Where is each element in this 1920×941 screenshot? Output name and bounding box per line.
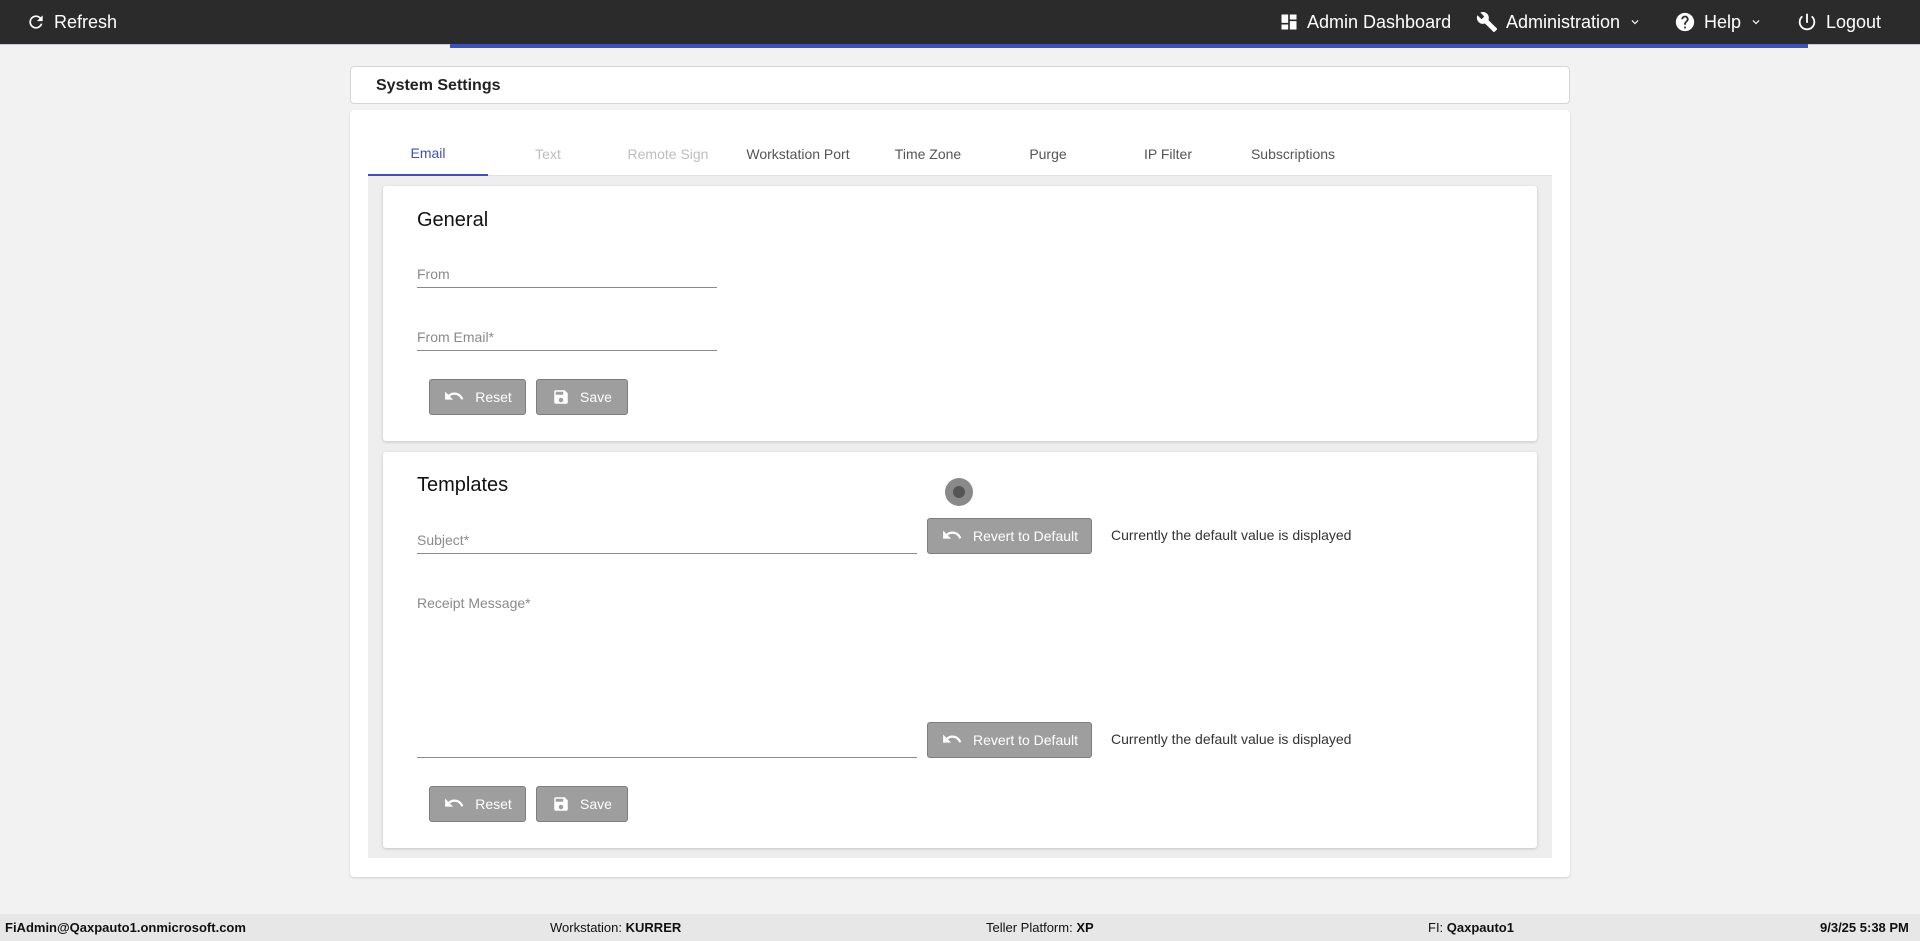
from-placeholder: From	[417, 266, 450, 282]
tab-subscriptions[interactable]: Subscriptions	[1228, 132, 1358, 176]
status-bar: FiAdmin@Qaxpauto1.onmicrosoft.com Workst…	[0, 914, 1920, 941]
receipt-message-field[interactable]: Receipt Message*	[417, 595, 917, 758]
wrench-icon	[1476, 12, 1498, 33]
tab-text: Text	[535, 146, 561, 162]
templates-section: Templates Subject* Revert to Default Cur…	[383, 452, 1537, 848]
help-icon	[1675, 12, 1695, 32]
templates-reset-button[interactable]: Reset	[429, 786, 526, 822]
status-workstation: Workstation: KURRER	[550, 920, 682, 935]
topbar-accent-bar	[450, 44, 1808, 48]
receipt-message-placeholder: Receipt Message*	[417, 595, 531, 611]
floppy-disk-icon	[554, 797, 568, 811]
chevron-down-icon	[1631, 20, 1639, 25]
floppy-disk-icon	[554, 390, 568, 404]
tab-purge[interactable]: Purge	[988, 132, 1108, 176]
dashboard-icon	[1281, 14, 1297, 30]
settings-tabs: Email Text Remote Sign Workstation Port …	[368, 132, 1552, 176]
admin-dashboard-label: Admin Dashboard	[1307, 11, 1452, 32]
undo-icon	[445, 391, 464, 400]
page-title: System Settings	[376, 77, 501, 94]
administration-label: Administration	[1506, 11, 1621, 32]
receipt-default-note: Currently the default value is displayed	[1111, 731, 1352, 747]
help-label: Help	[1704, 11, 1742, 32]
templates-save-button[interactable]: Save	[536, 786, 628, 822]
receipt-revert-button[interactable]: Revert to Default	[927, 722, 1092, 758]
page-title-card: System Settings	[350, 66, 1570, 104]
administration-menu[interactable]: Administration	[1476, 0, 1642, 44]
templates-heading: Templates	[417, 474, 509, 496]
general-reset-label: Reset	[475, 389, 512, 405]
refresh-button[interactable]: Refresh	[26, 0, 117, 44]
top-navigation-bar: Refresh Admin Dashboard Administration H…	[0, 0, 1920, 48]
general-save-label: Save	[580, 389, 612, 405]
status-user: FiAdmin@Qaxpauto1.onmicrosoft.com	[5, 920, 246, 935]
templates-save-label: Save	[580, 796, 612, 812]
chevron-down-icon	[1752, 20, 1760, 25]
tab-time-zone[interactable]: Time Zone	[868, 132, 988, 176]
refresh-icon	[29, 15, 43, 29]
undo-icon	[445, 798, 464, 807]
power-icon	[1798, 13, 1816, 31]
subject-placeholder: Subject*	[417, 532, 470, 548]
receipt-revert-label: Revert to Default	[972, 732, 1079, 748]
logout-button[interactable]: Logout	[1796, 0, 1881, 44]
status-teller-platform: Teller Platform: XP	[986, 920, 1094, 935]
general-section: General From From Email* Reset Save	[383, 186, 1537, 441]
subject-revert-label: Revert to Default	[972, 528, 1079, 544]
tab-remote-sign: Remote Sign	[627, 146, 709, 162]
subject-default-note: Currently the default value is displayed	[1111, 527, 1352, 543]
general-heading: General	[417, 209, 489, 231]
undo-icon	[943, 734, 962, 743]
from-field[interactable]: From	[417, 266, 717, 288]
subject-revert-button[interactable]: Revert to Default	[927, 518, 1092, 554]
refresh-label: Refresh	[54, 11, 118, 32]
tab-ip-filter[interactable]: IP Filter	[1108, 132, 1228, 176]
tab-email[interactable]: Email	[368, 132, 488, 176]
undo-icon	[943, 530, 962, 539]
tab-workstation-port[interactable]: Workstation Port	[728, 132, 868, 176]
templates-reset-label: Reset	[475, 796, 512, 812]
from-email-placeholder: From Email*	[417, 329, 495, 345]
general-save-button[interactable]: Save	[536, 379, 628, 415]
status-datetime: 9/3/25 5:38 PM	[1820, 920, 1909, 935]
cursor-indicator	[945, 478, 973, 506]
logout-label: Logout	[1826, 11, 1882, 32]
status-fi: FI: Qaxpauto1	[1428, 920, 1514, 935]
admin-dashboard-link[interactable]: Admin Dashboard	[1279, 0, 1451, 44]
subject-field[interactable]: Subject*	[417, 532, 917, 554]
help-menu[interactable]: Help	[1674, 0, 1763, 44]
general-reset-button[interactable]: Reset	[429, 379, 526, 415]
from-email-field[interactable]: From Email*	[417, 329, 717, 351]
